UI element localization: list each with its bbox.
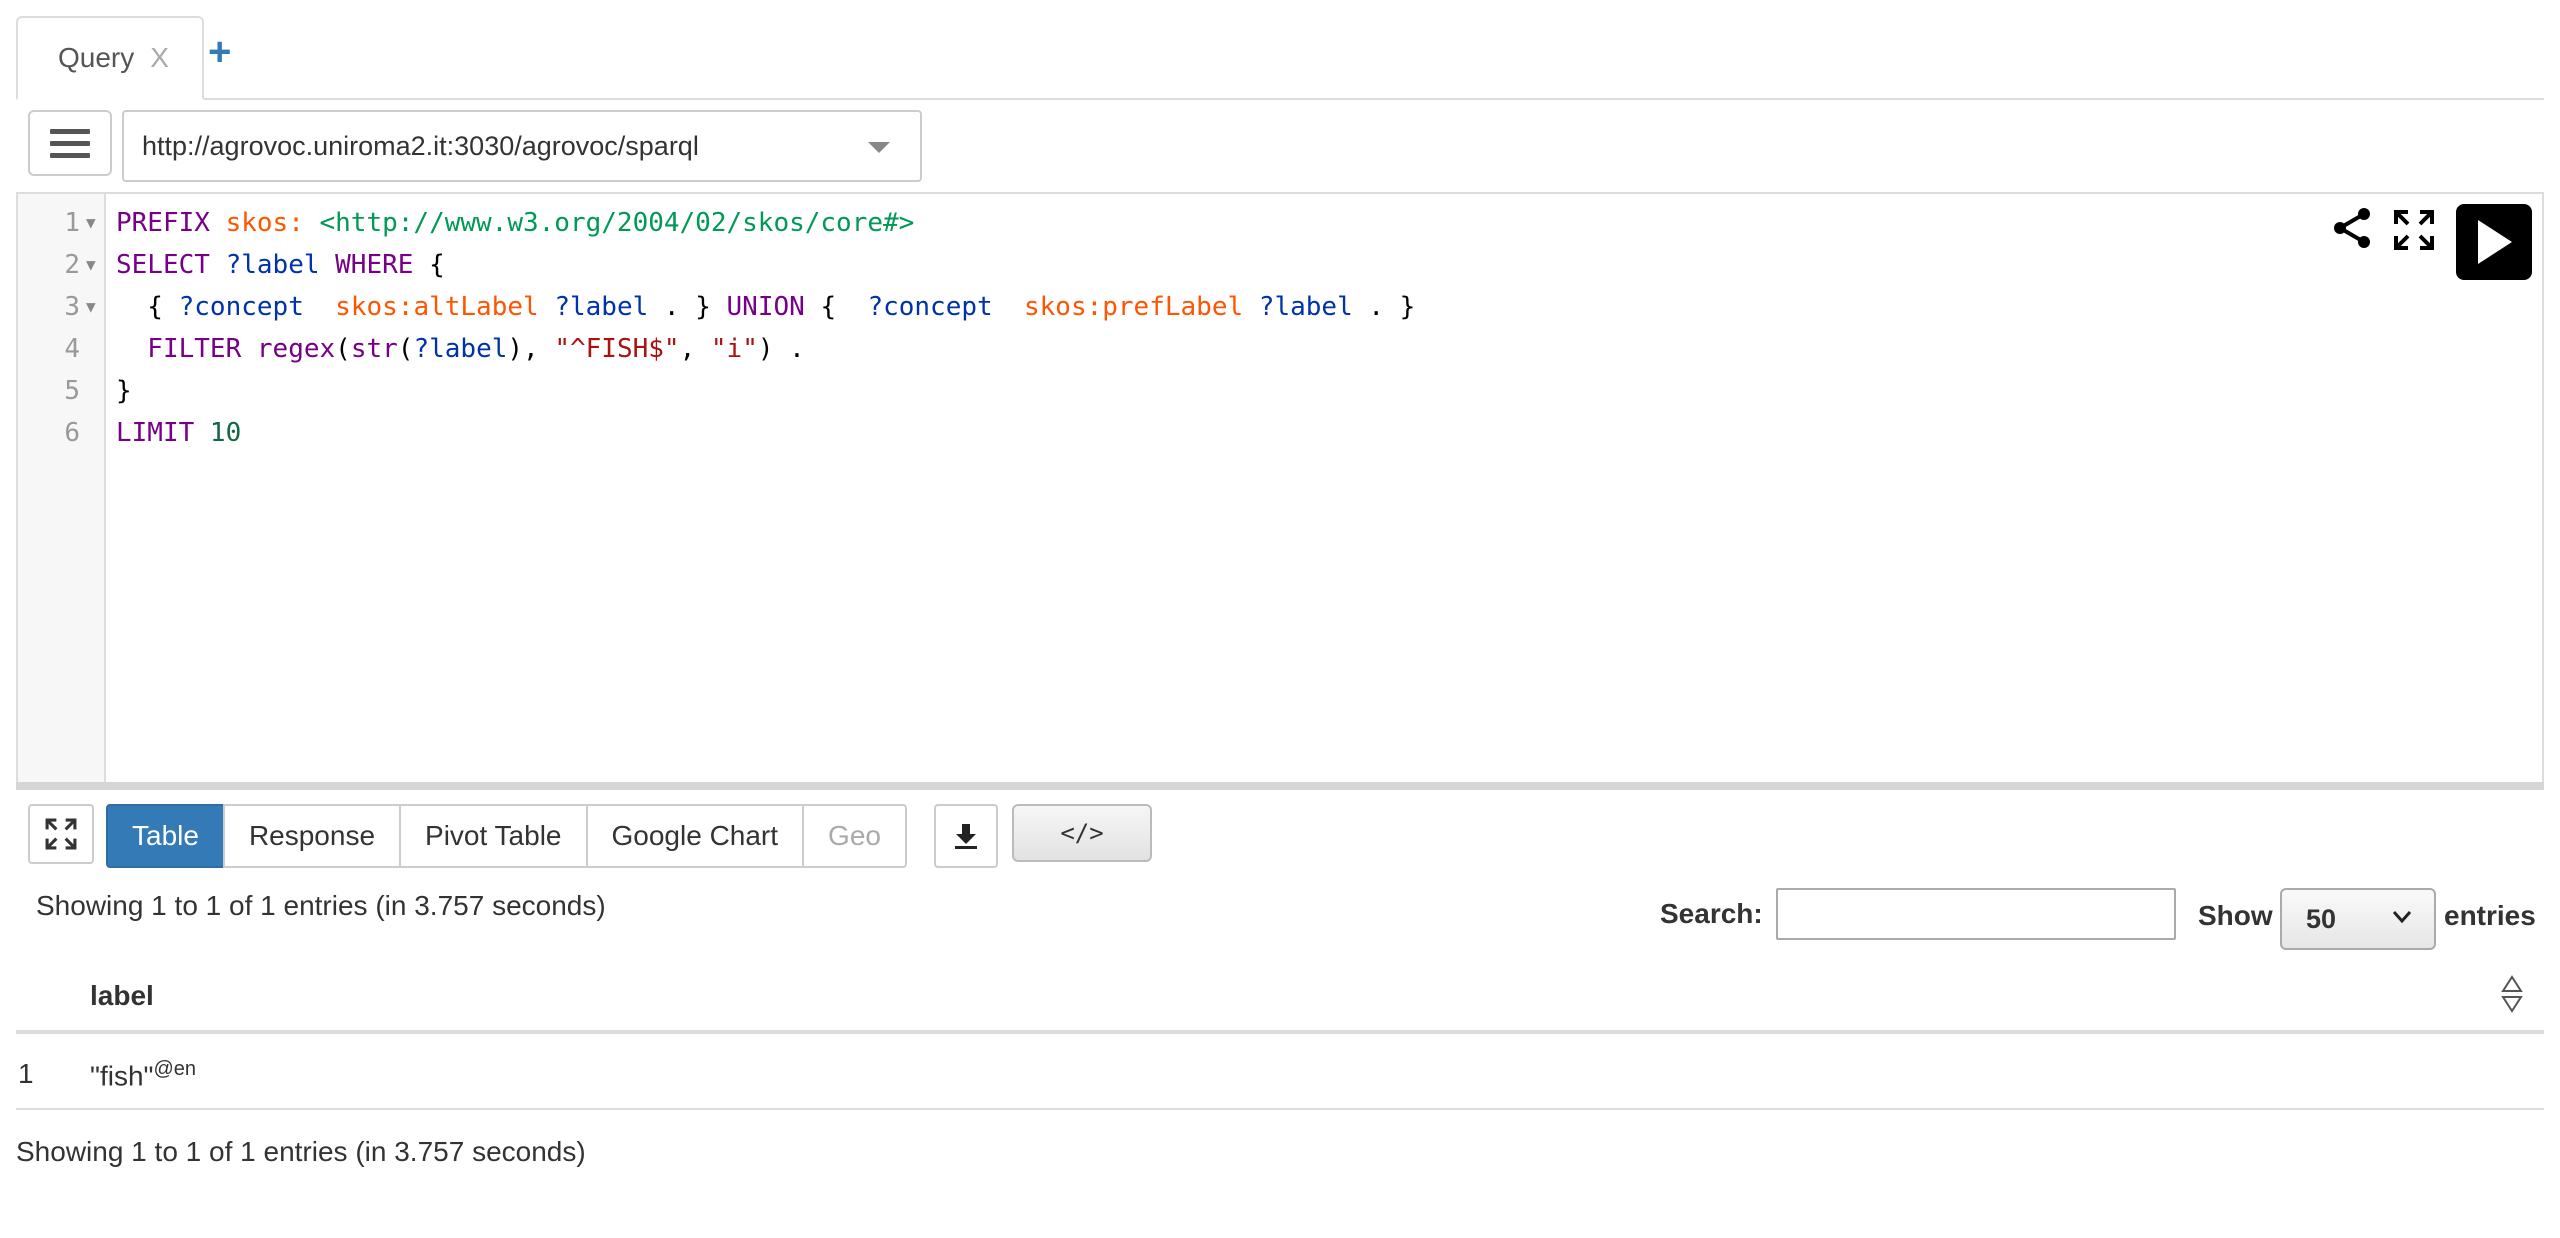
- editor-resize-handle[interactable]: [16, 782, 2544, 790]
- tab-geo: Geo: [802, 804, 907, 868]
- caret-down-icon: [868, 142, 890, 153]
- code-token: {: [116, 292, 179, 322]
- code-token: ?concept: [178, 292, 336, 322]
- line-number: 5: [64, 376, 80, 406]
- code-token: }: [116, 376, 132, 406]
- row-number: 1: [18, 1058, 34, 1089]
- line-number: 2: [64, 250, 80, 280]
- code-token: FILTER: [116, 334, 257, 364]
- code-text: LIMIT 10: [116, 412, 241, 454]
- entries-label: entries: [2444, 900, 2536, 931]
- add-tab-button[interactable]: +: [208, 32, 231, 72]
- chevron-down-icon: [2392, 911, 2412, 924]
- code-token: ?concept: [867, 292, 1024, 322]
- fold-arrow-icon[interactable]: ▼: [86, 202, 96, 244]
- tab-label: Query: [58, 42, 135, 73]
- code-token: ?label: [554, 292, 664, 322]
- tab-bar-divider: [16, 98, 2544, 100]
- download-icon: [955, 824, 977, 849]
- code-token: (: [335, 334, 351, 364]
- code-line[interactable]: 3 ▼ { ?concept skos:altLabel ?label . } U…: [18, 286, 2542, 328]
- code-text: PREFIX skos: <http://www.w3.org/2004/02/…: [116, 202, 914, 244]
- code-line[interactable]: 5}: [18, 370, 2542, 412]
- code-token: regex: [256, 334, 336, 364]
- fold-arrow-icon[interactable]: ▼: [86, 286, 96, 328]
- results-fullscreen-button[interactable]: [28, 804, 94, 864]
- code-token: skos:: [225, 208, 320, 238]
- code-token: LIMIT: [116, 418, 210, 448]
- code-token: ?label: [1258, 292, 1369, 322]
- line-number: 6: [64, 418, 80, 448]
- fold-arrow-icon[interactable]: ▼: [86, 244, 96, 286]
- code-token: <http://www.w3.org/2004/02/skos/core#>: [319, 208, 915, 238]
- search-label: Search:: [1660, 898, 1763, 929]
- code-token: ),: [507, 334, 555, 364]
- code-token: "i": [710, 334, 758, 364]
- code-text: }: [116, 370, 132, 412]
- code-token: SELECT: [116, 250, 226, 280]
- page-size-value: 50: [2306, 903, 2337, 934]
- line-number: 4: [64, 334, 80, 364]
- tab-query[interactable]: Query X: [16, 16, 204, 100]
- page-size-select[interactable]: 50: [2280, 888, 2436, 950]
- code-token: ,: [679, 334, 711, 364]
- code-token: . }: [1368, 292, 1416, 322]
- hamburger-icon: [50, 128, 90, 134]
- code-token: {: [804, 292, 868, 322]
- query-editor[interactable]: 1 ▼ PREFIX skos: <http://www.w3.org/2004/0…: [16, 192, 2544, 784]
- code-token: ?label: [225, 250, 336, 280]
- cell-value: "fish": [90, 1060, 154, 1092]
- embed-code-button[interactable]: </>: [1012, 804, 1152, 862]
- tab-pivot-table[interactable]: Pivot Table: [399, 804, 588, 868]
- endpoint-url: http://agrovoc.uniroma2.it:3030/agrovoc/…: [142, 130, 699, 161]
- tab-google-chart[interactable]: Google Chart: [585, 804, 805, 868]
- code-token: WHERE: [335, 250, 414, 280]
- code-token: {: [413, 250, 445, 280]
- tab-response[interactable]: Response: [222, 804, 402, 868]
- code-token: "^FISH$": [554, 334, 680, 364]
- results-info-top: Showing 1 to 1 of 1 entries (in 3.757 se…: [36, 890, 606, 921]
- code-token: PREFIX: [116, 208, 226, 238]
- table-row-divider: [16, 1108, 2544, 1110]
- play-icon: [2478, 220, 2512, 264]
- code-lines: 1 ▼ PREFIX skos: <http://www.w3.org/2004/0…: [18, 202, 2542, 454]
- code-line[interactable]: 2 ▼ SELECT ?label WHERE {: [18, 244, 2542, 286]
- code-line[interactable]: 6 LIMIT 10: [18, 412, 2542, 454]
- results-info-bottom: Showing 1 to 1 of 1 entries (in 3.757 se…: [16, 1136, 586, 1167]
- fullscreen-icon: [45, 818, 77, 850]
- code-line[interactable]: 4 FILTER regex(str(?label), "^FISH$", "i…: [18, 328, 2542, 370]
- code-text: SELECT ?label WHERE {: [116, 244, 445, 286]
- code-token: (: [397, 334, 414, 364]
- code-token: ?label: [413, 334, 508, 364]
- run-query-button[interactable]: [2456, 204, 2532, 280]
- download-button[interactable]: [934, 804, 998, 868]
- share-icon[interactable]: [2330, 206, 2374, 250]
- table-cell-label: "fish"@en: [90, 1058, 196, 1092]
- search-input[interactable]: [1776, 888, 2176, 940]
- line-number: 1: [64, 208, 80, 238]
- sort-icon[interactable]: [2500, 974, 2524, 1014]
- column-header-label[interactable]: label: [90, 980, 154, 1012]
- code-line[interactable]: 1 ▼ PREFIX skos: <http://www.w3.org/2004/0…: [18, 202, 2542, 244]
- code-text: FILTER regex(str(?label), "^FISH$", "i")…: [116, 328, 805, 370]
- tab-close-button[interactable]: X: [150, 42, 169, 74]
- menu-button[interactable]: [28, 110, 112, 176]
- code-text: { ?concept skos:altLabel ?label . } UNIO…: [116, 286, 1415, 328]
- code-token: UNION: [726, 292, 805, 322]
- code-token: skos:prefLabel: [1023, 292, 1259, 322]
- fullscreen-icon[interactable]: [2392, 208, 2436, 252]
- code-token: skos:altLabel: [335, 292, 555, 322]
- language-tag: @en: [153, 1058, 197, 1080]
- result-view-tabs: Table Response Pivot Table Google Chart Geo: [106, 804, 907, 868]
- show-label: Show: [2198, 900, 2273, 931]
- tab-table[interactable]: Table: [106, 804, 225, 868]
- code-token: . }: [663, 292, 727, 322]
- code-token: 10: [209, 418, 242, 448]
- code-token: ) .: [757, 334, 805, 364]
- line-number: 3: [64, 292, 80, 322]
- code-token: str: [350, 334, 398, 364]
- endpoint-select[interactable]: http://agrovoc.uniroma2.it:3030/agrovoc/…: [122, 110, 922, 182]
- table-header-divider: [16, 1030, 2544, 1034]
